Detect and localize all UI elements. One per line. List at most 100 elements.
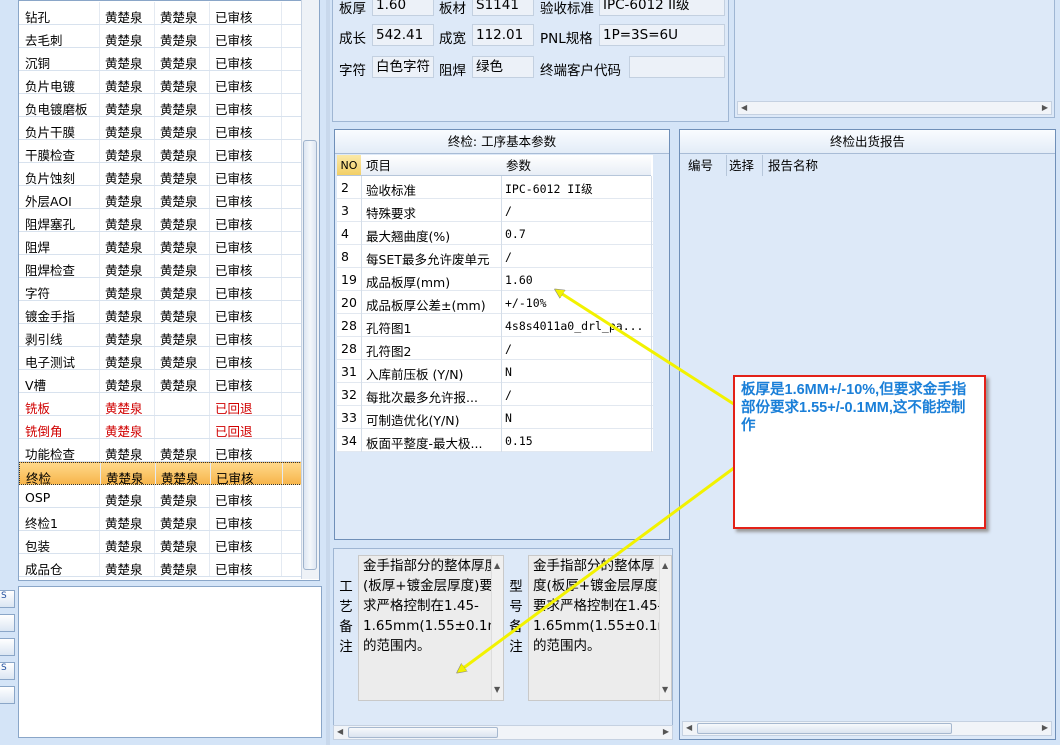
model-remark-scrollbar[interactable]: ▲ ▼ bbox=[659, 556, 671, 700]
process-row[interactable]: 负片蚀刻 黄楚泉 黄楚泉 已审核 bbox=[19, 163, 302, 186]
acceptance-label: 验收标准 bbox=[540, 1, 594, 17]
process-row[interactable]: 钻孔 黄楚泉 黄楚泉 已审核 bbox=[19, 2, 302, 25]
param-row[interactable]: 28 孔符图1 4s8s4011a0_drl_pa... bbox=[337, 314, 653, 337]
process-row[interactable]: OSP 黄楚泉 黄楚泉 已审核 bbox=[19, 485, 302, 508]
side-button[interactable]: S bbox=[0, 590, 15, 608]
params-scroll-thumb[interactable] bbox=[348, 727, 498, 738]
param-row[interactable]: 3 特殊要求 / bbox=[337, 199, 653, 222]
scroll-right-icon[interactable]: ▶ bbox=[1042, 723, 1048, 732]
param-row[interactable]: 19 成品板厚(mm) 1.60 bbox=[337, 268, 653, 291]
process-row[interactable]: 成品仓 黄楚泉 黄楚泉 已审核 bbox=[19, 554, 302, 577]
top-right-hscrollbar[interactable]: ◀ ▶ bbox=[737, 101, 1052, 115]
process-row[interactable]: 去毛刺 黄楚泉 黄楚泉 已审核 bbox=[19, 25, 302, 48]
param-cell-no: 34 bbox=[341, 433, 357, 448]
process-row[interactable]: 终检1 黄楚泉 黄楚泉 已审核 bbox=[19, 508, 302, 531]
col-header-no[interactable]: NO bbox=[337, 155, 361, 176]
process-row[interactable]: 铣板 黄楚泉 已回退 bbox=[19, 393, 302, 416]
process-row[interactable]: 阻焊塞孔 黄楚泉 黄楚泉 已审核 bbox=[19, 209, 302, 232]
param-cell-item: 可制造优化(Y/N) bbox=[366, 413, 460, 428]
process-row[interactable]: 电子测试 黄楚泉 黄楚泉 已审核 bbox=[19, 347, 302, 370]
param-cell-value: +/-10% bbox=[505, 296, 547, 310]
col-header-item[interactable]: 项目 bbox=[361, 155, 501, 176]
report-col-name[interactable]: 报告名称 bbox=[762, 155, 1052, 176]
param-row[interactable]: 8 每SET最多允许废单元 / bbox=[337, 245, 653, 268]
process-cell-a: 黄楚泉 bbox=[105, 240, 143, 255]
report-col-select[interactable]: 选择 bbox=[726, 155, 762, 176]
params-hscrollbar[interactable]: ◀ ▶ bbox=[333, 725, 673, 740]
process-list-scroll-thumb[interactable] bbox=[303, 140, 317, 570]
col-separator bbox=[209, 393, 210, 415]
customer-code-field[interactable] bbox=[629, 56, 725, 78]
report-scroll-thumb[interactable] bbox=[697, 723, 952, 734]
param-row[interactable]: 2 验收标准 IPC-6012 II级 bbox=[337, 176, 653, 199]
col-header-value[interactable]: 参数 bbox=[501, 155, 651, 176]
param-row[interactable]: 28 孔符图2 / bbox=[337, 337, 653, 360]
panel-splitter[interactable] bbox=[326, 0, 330, 745]
scroll-left-icon[interactable]: ◀ bbox=[337, 727, 343, 736]
param-row[interactable]: 4 最大翘曲度(%) 0.7 bbox=[337, 222, 653, 245]
length-field[interactable]: 542.41 bbox=[372, 24, 434, 46]
process-row[interactable]: 字符 黄楚泉 黄楚泉 已审核 bbox=[19, 278, 302, 301]
process-row[interactable]: 终检 黄楚泉 黄楚泉 已审核 bbox=[19, 462, 302, 486]
process-row[interactable]: V槽 黄楚泉 黄楚泉 已审核 bbox=[19, 370, 302, 393]
side-button[interactable] bbox=[0, 686, 15, 704]
process-cell-step: 外层AOI bbox=[25, 194, 72, 209]
process-row[interactable]: 铣倒角 黄楚泉 已回退 bbox=[19, 416, 302, 439]
process-remark-scrollbar[interactable]: ▲ ▼ bbox=[491, 556, 503, 700]
col-separator bbox=[154, 94, 155, 116]
material-field[interactable]: S1141 bbox=[472, 0, 534, 16]
param-row[interactable]: 31 入库前压板 (Y/N) N bbox=[337, 360, 653, 383]
process-row[interactable]: 负电镀磨板 黄楚泉 黄楚泉 已审核 bbox=[19, 94, 302, 117]
scroll-right-icon[interactable]: ▶ bbox=[663, 727, 669, 736]
process-row[interactable]: 阻焊 黄楚泉 黄楚泉 已审核 bbox=[19, 232, 302, 255]
process-cell-b: 黄楚泉 bbox=[160, 355, 198, 370]
legend-field[interactable]: 白色字符 bbox=[372, 56, 434, 78]
process-row[interactable]: 阻焊检查 黄楚泉 黄楚泉 已审核 bbox=[19, 255, 302, 278]
scroll-left-icon[interactable]: ◀ bbox=[686, 723, 692, 732]
side-button[interactable] bbox=[0, 614, 15, 632]
pnl-field[interactable]: 1P=3S=6U bbox=[599, 24, 725, 46]
param-row[interactable]: 34 板面平整度-最大极... 0.15 bbox=[337, 429, 653, 452]
board-thickness-field[interactable]: 1.60 bbox=[372, 0, 434, 16]
param-row[interactable]: 20 成品板厚公差±(mm) +/-10% bbox=[337, 291, 653, 314]
col-separator bbox=[99, 163, 100, 185]
side-button[interactable] bbox=[0, 638, 15, 656]
process-row[interactable]: 包装 黄楚泉 黄楚泉 已审核 bbox=[19, 531, 302, 554]
process-row[interactable]: 负片干膜 黄楚泉 黄楚泉 已审核 bbox=[19, 117, 302, 140]
scroll-left-icon[interactable]: ◀ bbox=[741, 103, 747, 112]
process-remark-text[interactable]: 金手指部分的整体厚度(板厚+镀金层厚度)要求严格控制在1.45-1.65mm(1… bbox=[358, 555, 504, 701]
width-field[interactable]: 112.01 bbox=[472, 24, 534, 46]
process-row[interactable]: 负片电镀 黄楚泉 黄楚泉 已审核 bbox=[19, 71, 302, 94]
acceptance-field[interactable]: IPC-6012 II级 bbox=[599, 0, 725, 16]
process-list: 钻孔 黄楚泉 黄楚泉 已审核 去毛刺 黄楚泉 黄楚泉 已审核 沉铜 黄楚泉 黄楚泉 已审核 负片电镀 黄楚… bbox=[18, 0, 320, 581]
col-separator bbox=[281, 347, 282, 369]
param-row[interactable]: 33 可制造优化(Y/N) N bbox=[337, 406, 653, 429]
col-separator bbox=[99, 531, 100, 553]
process-cell-b: 黄楚泉 bbox=[160, 493, 198, 508]
col-separator bbox=[209, 554, 210, 576]
scroll-right-icon[interactable]: ▶ bbox=[1042, 103, 1048, 112]
side-button[interactable]: S bbox=[0, 662, 15, 680]
param-cell-item: 每批次最多允许报... bbox=[366, 390, 478, 405]
scroll-down-icon[interactable]: ▼ bbox=[494, 680, 500, 700]
mask-field[interactable]: 绿色 bbox=[472, 56, 534, 78]
process-row[interactable]: 功能检查 黄楚泉 黄楚泉 已审核 bbox=[19, 439, 302, 462]
col-separator bbox=[99, 439, 100, 461]
col-separator bbox=[99, 71, 100, 93]
model-remark-text[interactable]: 金手指部分的整体厚度(板厚+镀金层厚度)要求严格控制在1.45-1.65mm(1… bbox=[528, 555, 672, 701]
process-row[interactable]: 外层AOI 黄楚泉 黄楚泉 已审核 bbox=[19, 186, 302, 209]
col-separator bbox=[209, 94, 210, 116]
scroll-up-icon[interactable]: ▲ bbox=[494, 556, 500, 576]
process-row[interactable]: 沉铜 黄楚泉 黄楚泉 已审核 bbox=[19, 48, 302, 71]
process-cell-a: 黄楚泉 bbox=[105, 562, 143, 577]
process-detail-box bbox=[18, 586, 322, 738]
scroll-up-icon[interactable]: ▲ bbox=[662, 556, 668, 576]
report-col-no[interactable]: 编号 bbox=[682, 155, 726, 176]
process-row[interactable]: 干膜检查 黄楚泉 黄楚泉 已审核 bbox=[19, 140, 302, 163]
process-row[interactable]: 剥引线 黄楚泉 黄楚泉 已审核 bbox=[19, 324, 302, 347]
report-hscrollbar[interactable]: ◀ ▶ bbox=[682, 721, 1052, 736]
col-separator bbox=[281, 94, 282, 116]
process-row[interactable]: 镀金手指 黄楚泉 黄楚泉 已审核 bbox=[19, 301, 302, 324]
scroll-down-icon[interactable]: ▼ bbox=[662, 680, 668, 700]
param-row[interactable]: 32 每批次最多允许报... / bbox=[337, 383, 653, 406]
